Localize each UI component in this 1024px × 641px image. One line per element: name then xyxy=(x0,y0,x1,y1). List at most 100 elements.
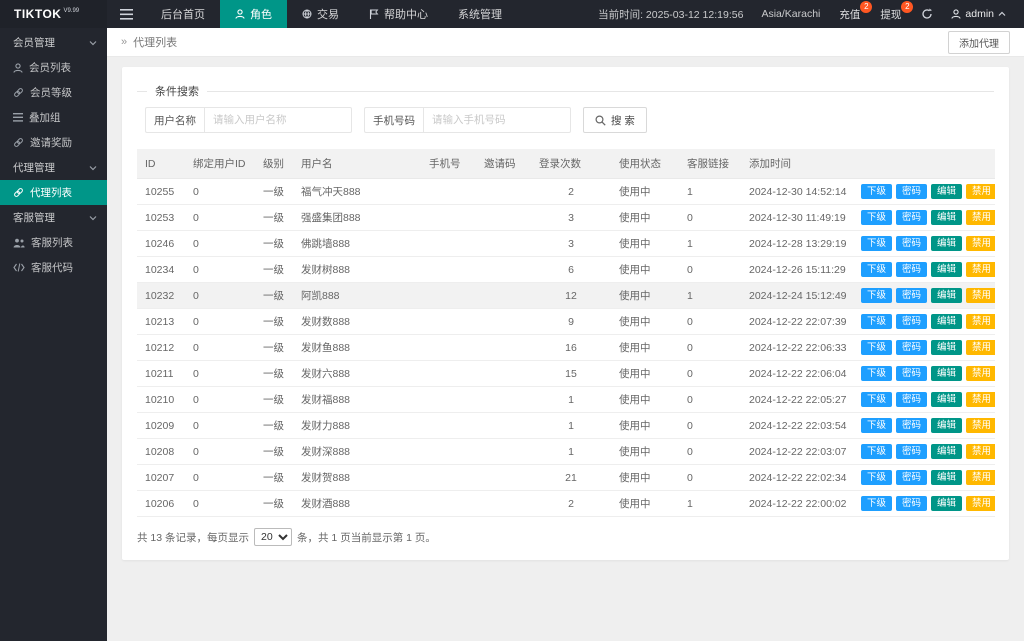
cell-level: 一级 xyxy=(255,230,293,257)
disable-button[interactable]: 禁用 xyxy=(966,183,995,200)
sublevel-button[interactable]: 下级 xyxy=(861,235,893,252)
sublevel-button[interactable]: 下级 xyxy=(861,261,893,278)
sublevel-button[interactable]: 下级 xyxy=(861,183,893,200)
table-row: 10210 0 一级 发财福888 1 使用中 0 2024-12-22 22:05:27 下级… xyxy=(137,386,995,413)
page-size-select[interactable]: 20 xyxy=(254,528,293,546)
nav-item-system[interactable]: 系统管理 xyxy=(443,0,517,28)
edit-button[interactable]: 编辑 xyxy=(931,183,963,200)
edit-button[interactable]: 编辑 xyxy=(931,339,963,356)
disable-button[interactable]: 禁用 xyxy=(966,209,995,226)
withdraw-link[interactable]: 提现 2 xyxy=(870,0,914,22)
nav-item-dashboard[interactable]: 后台首页 xyxy=(146,0,220,28)
nav-label: 角色 xyxy=(250,9,272,21)
sidebar-item-member-level[interactable]: 会员等级 xyxy=(0,80,107,105)
sidebar-item-cs-code[interactable]: 客服代码 xyxy=(0,255,107,280)
edit-button[interactable]: 编辑 xyxy=(931,391,963,408)
user-menu[interactable]: admin xyxy=(943,8,1014,20)
username-input[interactable] xyxy=(204,107,352,133)
edit-button[interactable]: 编辑 xyxy=(931,287,963,304)
sublevel-button[interactable]: 下级 xyxy=(861,339,893,356)
column-header: 登录次数 xyxy=(531,149,611,179)
sidebar-item-cs-list[interactable]: 客服列表 xyxy=(0,230,107,255)
password-button[interactable]: 密码 xyxy=(896,183,928,200)
sublevel-button[interactable]: 下级 xyxy=(861,469,893,486)
disable-button[interactable]: 禁用 xyxy=(966,417,995,434)
table-row: 10207 0 一级 发财贺888 21 使用中 0 2024-12-22 22:02:34 下… xyxy=(137,464,995,491)
breadcrumb-label: 代理列表 xyxy=(133,37,178,49)
cell-level: 一级 xyxy=(255,204,293,231)
sublevel-button[interactable]: 下级 xyxy=(861,287,893,304)
nav-item-roles[interactable]: 角色 xyxy=(220,0,287,28)
add-agent-button[interactable]: 添加代理 xyxy=(948,30,1010,54)
search-button[interactable]: 搜 索 xyxy=(583,107,647,133)
disable-button[interactable]: 禁用 xyxy=(966,261,995,278)
password-button[interactable]: 密码 xyxy=(896,443,928,460)
cell-actions: 下级 密码 编辑 禁用 xyxy=(853,204,995,231)
edit-button[interactable]: 编辑 xyxy=(931,209,963,226)
edit-button[interactable]: 编辑 xyxy=(931,313,963,330)
password-button[interactable]: 密码 xyxy=(896,235,928,252)
disable-button[interactable]: 禁用 xyxy=(966,495,995,512)
cell-username: 发财福888 xyxy=(293,386,421,413)
cell-phone xyxy=(421,360,476,387)
password-button[interactable]: 密码 xyxy=(896,313,928,330)
edit-button[interactable]: 编辑 xyxy=(931,469,963,486)
cell-id: 10206 xyxy=(137,490,185,517)
password-button[interactable]: 密码 xyxy=(896,495,928,512)
sidebar-item-agent-list[interactable]: 代理列表 xyxy=(0,180,107,205)
sublevel-button[interactable]: 下级 xyxy=(861,313,893,330)
sidebar-item-member-list[interactable]: 会员列表 xyxy=(0,55,107,80)
disable-button[interactable]: 禁用 xyxy=(966,443,995,460)
sidebar-item-label: 会员列表 xyxy=(29,62,71,74)
sidebar-group-agent-mgmt[interactable]: 代理管理 xyxy=(0,155,107,180)
nav-item-help-center[interactable]: 帮助中心 xyxy=(354,0,443,28)
disable-button[interactable]: 禁用 xyxy=(966,365,995,382)
sublevel-button[interactable]: 下级 xyxy=(861,443,893,460)
edit-button[interactable]: 编辑 xyxy=(931,261,963,278)
disable-button[interactable]: 禁用 xyxy=(966,391,995,408)
edit-button[interactable]: 编辑 xyxy=(931,495,963,512)
disable-button[interactable]: 禁用 xyxy=(966,235,995,252)
phone-input[interactable] xyxy=(423,107,571,133)
search-fieldset: 条件搜索 用户名称 手机号码 搜 索 xyxy=(137,83,994,137)
nav-item-trade[interactable]: 交易 xyxy=(287,0,354,28)
password-button[interactable]: 密码 xyxy=(896,469,928,486)
cell-phone xyxy=(421,178,476,205)
sidebar-group-member-mgmt[interactable]: 会员管理 xyxy=(0,30,107,55)
edit-button[interactable]: 编辑 xyxy=(931,365,963,382)
sublevel-button[interactable]: 下级 xyxy=(861,391,893,408)
sidebar-item-invite-reward[interactable]: 邀请奖励 xyxy=(0,130,107,155)
sublevel-button[interactable]: 下级 xyxy=(861,495,893,512)
logo-version: V9.99 xyxy=(63,8,80,14)
password-button[interactable]: 密码 xyxy=(896,417,928,434)
hamburger-menu-icon[interactable] xyxy=(107,0,146,28)
sublevel-button[interactable]: 下级 xyxy=(861,209,893,226)
cell-cs-link: 1 xyxy=(679,490,741,517)
edit-button[interactable]: 编辑 xyxy=(931,417,963,434)
search-icon xyxy=(595,114,606,126)
edit-button[interactable]: 编辑 xyxy=(931,443,963,460)
refresh-icon[interactable] xyxy=(911,8,943,20)
recharge-link[interactable]: 充值 2 xyxy=(829,0,873,22)
password-button[interactable]: 密码 xyxy=(896,365,928,382)
sidebar-item-stack-group[interactable]: 叠加组 xyxy=(0,105,107,130)
disable-button[interactable]: 禁用 xyxy=(966,287,995,304)
edit-button[interactable]: 编辑 xyxy=(931,235,963,252)
password-button[interactable]: 密码 xyxy=(896,209,928,226)
cell-level: 一级 xyxy=(255,308,293,335)
sidebar-item-label: 客服代码 xyxy=(31,262,73,274)
sublevel-button[interactable]: 下级 xyxy=(861,365,893,382)
password-button[interactable]: 密码 xyxy=(896,391,928,408)
password-button[interactable]: 密码 xyxy=(896,287,928,304)
password-button[interactable]: 密码 xyxy=(896,339,928,356)
cell-status: 使用中 xyxy=(611,282,679,309)
password-button[interactable]: 密码 xyxy=(896,261,928,278)
disable-button[interactable]: 禁用 xyxy=(966,469,995,486)
cell-id: 10212 xyxy=(137,334,185,361)
sublevel-button[interactable]: 下级 xyxy=(861,417,893,434)
table-row: 10209 0 一级 发财力888 1 使用中 0 2024-12-22 22:03:54 下级… xyxy=(137,412,995,439)
cell-cs-link: 0 xyxy=(679,360,741,387)
disable-button[interactable]: 禁用 xyxy=(966,313,995,330)
disable-button[interactable]: 禁用 xyxy=(966,339,995,356)
sidebar-group-cs-mgmt[interactable]: 客服管理 xyxy=(0,205,107,230)
